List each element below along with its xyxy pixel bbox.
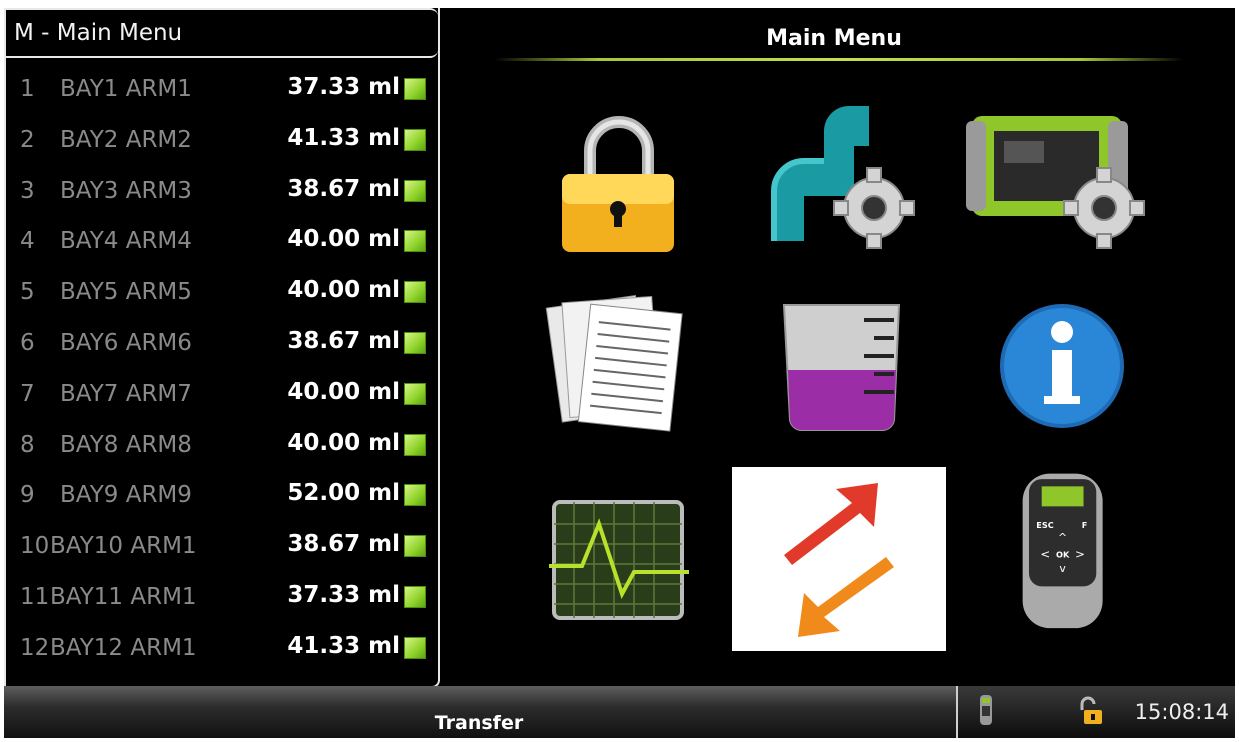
bay-volume: 37.33 ml (287, 581, 400, 608)
bay-volume: 52.00 ml (287, 480, 400, 507)
bay-row[interactable]: 12 BAY12 ARM1 41.33 ml (6, 625, 438, 676)
info-icon (1000, 304, 1124, 428)
transfer-arrows-icon (784, 483, 894, 637)
bay-volume: 37.33 ml (287, 74, 400, 100)
bay-number: 11 (20, 583, 50, 610)
status-indicator (404, 331, 426, 354)
bay-number: 4 (20, 228, 35, 255)
menu-header: M - Main Menu (6, 8, 438, 58)
bay-name: BAY10 ARM1 (50, 533, 197, 560)
bay-row[interactable]: 3 BAY3 ARM3 38.67 ml (6, 168, 438, 219)
bay-volume: 38.67 ml (287, 327, 400, 354)
status-indicator (404, 585, 426, 608)
bay-name: BAY5 ARM5 (60, 279, 192, 306)
bay-name: BAY12 ARM1 (50, 634, 197, 661)
svg-text:F: F (1082, 520, 1088, 530)
bay-list: 1 BAY1 ARM1 37.33 ml 2 BAY2 ARM2 41.33 m… (6, 66, 438, 676)
bay-name: BAY4 ARM4 (60, 228, 192, 255)
trend-monitor-tile[interactable] (544, 494, 734, 654)
page-title: Main Menu (766, 26, 902, 51)
bay-number: 5 (20, 279, 35, 306)
bay-name: BAY8 ARM8 (60, 431, 192, 458)
bay-row[interactable]: 10 BAY10 ARM1 38.67 ml (6, 523, 438, 574)
bay-number: 7 (20, 380, 35, 407)
bay-row[interactable]: 7 BAY7 ARM7 40.00 ml (6, 371, 438, 422)
status-indicator (404, 433, 426, 456)
bay-volume: 41.33 ml (287, 632, 400, 659)
bay-number: 2 (20, 126, 35, 153)
svg-text:^: ^ (1058, 531, 1067, 544)
bay-number: 8 (20, 431, 35, 458)
beaker-icon (782, 304, 901, 432)
bay-name: BAY2 ARM2 (60, 126, 192, 153)
graph-monitor-icon (549, 500, 689, 620)
pipe-settings-icon (771, 106, 915, 249)
bay-row[interactable]: 5 BAY5 ARM5 40.00 ml (6, 269, 438, 320)
bay-row[interactable]: 1 BAY1 ARM1 37.33 ml (6, 66, 438, 117)
bay-name: BAY9 ARM9 (60, 482, 192, 509)
bay-row[interactable]: 6 BAY6 ARM6 38.67 ml (6, 320, 438, 371)
remote-keypad-icon: ESC F ^ OK < > v (1022, 473, 1103, 629)
clock: 15:08:14 (1134, 700, 1229, 724)
pipe-settings-tile[interactable] (744, 96, 934, 256)
svg-text:>: > (1075, 547, 1085, 561)
remote-keypad-tile[interactable]: ESC F ^ OK < > v (964, 470, 1154, 630)
title-divider (494, 58, 1184, 61)
bay-volume: 41.33 ml (287, 124, 400, 151)
bay-number: 6 (20, 329, 35, 356)
unlocked-padlock-icon (1080, 696, 1102, 724)
bay-number: 10 (20, 533, 50, 560)
status-indicator (404, 128, 426, 151)
bay-volume: 40.00 ml (287, 226, 400, 253)
bay-number: 9 (20, 482, 35, 509)
bay-row[interactable]: 2 BAY2 ARM2 41.33 ml (6, 117, 438, 168)
bay-name: BAY6 ARM6 (60, 329, 192, 356)
bay-list-panel: M - Main Menu 1 BAY1 ARM1 37.33 ml 2 BAY… (4, 8, 440, 688)
documents-icon (545, 295, 683, 432)
status-indicator (404, 636, 426, 659)
bay-volume: 38.67 ml (287, 175, 400, 202)
bay-row[interactable]: 8 BAY8 ARM8 40.00 ml (6, 422, 438, 473)
device-settings-icon (966, 116, 1145, 249)
bay-row[interactable]: 9 BAY9 ARM9 52.00 ml (6, 472, 438, 523)
bay-name: BAY3 ARM3 (60, 177, 192, 204)
bay-row[interactable]: 11 BAY11 ARM1 37.33 ml (6, 574, 438, 625)
bay-volume: 40.00 ml (287, 378, 400, 405)
bay-name: BAY1 ARM1 (60, 76, 192, 102)
bay-volume: 40.00 ml (287, 277, 400, 304)
bay-row[interactable]: 4 BAY4 ARM4 40.00 ml (6, 218, 438, 269)
bay-name: BAY11 ARM1 (50, 583, 197, 610)
beaker-tile[interactable] (744, 280, 934, 440)
info-tile[interactable] (964, 280, 1154, 440)
status-indicator (404, 230, 426, 253)
status-indicator (404, 484, 426, 507)
device-settings-tile[interactable] (964, 96, 1154, 256)
bay-name: BAY7 ARM7 (60, 380, 192, 407)
main-menu-screen: M - Main Menu 1 BAY1 ARM1 37.33 ml 2 BAY… (4, 8, 1235, 738)
svg-text:v: v (1059, 562, 1066, 575)
status-indicator (404, 281, 426, 304)
bay-number: 12 (20, 634, 50, 661)
selected-item-label: Transfer (434, 712, 524, 734)
handheld-device-icon (980, 695, 992, 725)
bottom-status-bar: Transfer 15:08:14 (4, 686, 1235, 738)
svg-text:ESC: ESC (1036, 520, 1053, 530)
status-indicator (404, 382, 426, 405)
bay-volume: 38.67 ml (287, 531, 400, 558)
status-indicator (404, 535, 426, 558)
svg-text:OK: OK (1056, 549, 1070, 559)
bay-number: 3 (20, 177, 35, 204)
status-indicator (404, 179, 426, 202)
bay-volume: 40.00 ml (287, 429, 400, 456)
status-indicator (404, 78, 426, 100)
lock-icon (562, 116, 674, 252)
bay-number: 1 (20, 76, 35, 102)
documents-tile[interactable] (524, 280, 714, 440)
svg-text:<: < (1040, 547, 1050, 561)
transfer-tile[interactable] (732, 467, 946, 651)
status-area: 15:08:14 (956, 686, 1235, 738)
lock-tile[interactable] (524, 96, 714, 256)
